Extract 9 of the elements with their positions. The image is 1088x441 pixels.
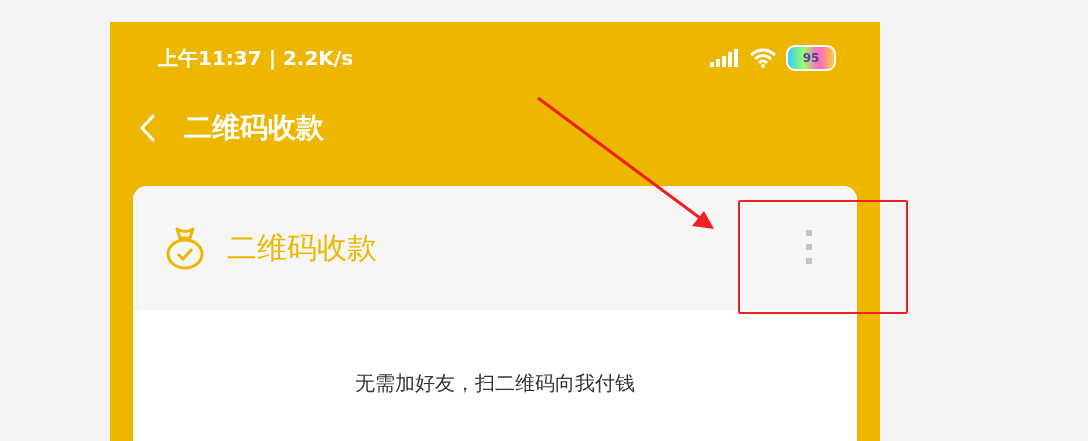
card-title: 二维码收款 <box>227 228 377 267</box>
instruction-text: 无需加好友，扫二维码向我付钱 <box>355 370 635 397</box>
page-title: 二维码收款 <box>184 110 324 146</box>
signal-icon <box>710 49 740 67</box>
more-icon[interactable] <box>805 230 813 266</box>
wifi-icon <box>750 48 776 68</box>
status-time: 上午11:37 | 2.2K/s <box>158 44 354 72</box>
back-icon[interactable] <box>140 113 156 143</box>
money-bag-icon <box>165 225 205 271</box>
